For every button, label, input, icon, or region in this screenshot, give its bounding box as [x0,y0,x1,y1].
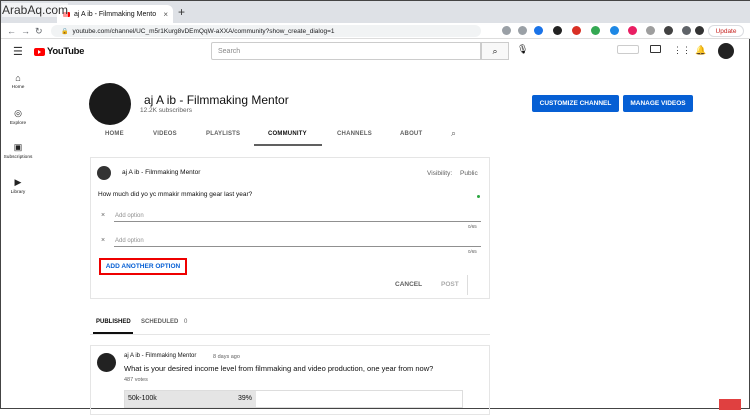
extension-icon[interactable] [591,26,600,35]
youtube-logo[interactable]: YouTube [34,46,84,57]
sidebar-item-library[interactable]: ▶ Library [1,177,35,195]
youtube-play-icon [34,47,45,56]
puzzle-icon[interactable] [664,26,673,35]
tab-scheduled[interactable]: SCHEDULED [141,319,178,325]
option-char-count: 0/65 [468,224,477,229]
remove-option-icon[interactable]: × [101,212,105,219]
channel-search-icon[interactable]: ⌕ [451,128,456,139]
corner-badge [719,399,741,410]
extension-icon[interactable] [572,26,581,35]
sidebar-item-explore[interactable]: ◎ Explore [1,108,35,126]
watermark: ArabAq.com [2,3,69,17]
library-icon: ▶ [14,177,22,187]
poll-question: What is your desired income level from f… [124,364,434,373]
create-video-icon[interactable] [650,45,661,53]
poll-option-percent: 39% [238,395,253,402]
profile-icon[interactable] [695,26,704,35]
sidebar-item-label: Home [11,85,25,90]
tab-community[interactable]: COMMUNITY [268,131,307,137]
sidebar-item-label: Subscriptions [3,155,33,160]
reload-icon[interactable]: ↻ [35,23,43,39]
sidebar-item-label: Explore [9,121,27,126]
remove-option-icon[interactable]: × [101,237,105,244]
home-icon: ⌂ [15,73,21,83]
poll-option-input[interactable]: Add option [115,238,144,244]
playlist-icon[interactable] [682,26,691,35]
microphone-icon[interactable]: 🎙 [517,44,528,55]
tab-videos[interactable]: VIDEOS [153,131,177,137]
tab-close-icon[interactable]: × [163,10,168,19]
extension-icon[interactable] [553,26,562,35]
address-url: youtube.com/channel/UC_m5r1Kurg8vDEmQqW-… [72,27,335,35]
post-text-input[interactable]: How much did yo yc mmakir mmaking gear l… [98,191,252,198]
extension-icon[interactable] [534,26,543,35]
new-tab-button[interactable]: + [178,5,185,19]
compass-icon: ◎ [14,108,22,118]
tab-channels[interactable]: CHANNELS [337,131,372,137]
address-bar[interactable]: 🔒 youtube.com/channel/UC_m5r1Kurg8vDEmQq… [51,25,481,37]
customize-channel-button[interactable]: CUSTOMIZE CHANNEL [532,95,619,112]
poll-option-input[interactable]: Add option [115,213,144,219]
post-author-avatar[interactable] [97,353,116,372]
cancel-button[interactable]: CANCEL [395,281,422,288]
create-post-dialog [90,157,490,299]
poll-option-label: 50k-100k [128,395,157,402]
post-author-name[interactable]: aj A ib - Filmmaking Mentor [124,353,196,359]
extension-icon[interactable] [610,26,619,35]
notifications-bell-icon[interactable]: 🔔 [695,45,706,56]
apps-grid-icon[interactable]: ⋮⋮ [673,45,691,56]
channel-name: aj A ib - Filmmaking Mentor [144,93,289,107]
option-underline [114,221,481,222]
divider [467,275,468,295]
share-icon[interactable] [502,26,511,35]
subscriptions-icon: ▣ [13,142,23,152]
author-avatar [97,166,111,180]
search-icon[interactable]: ⌕ [481,42,509,60]
lock-icon: 🔒 [61,28,69,35]
tab-playlists[interactable]: PLAYLISTS [206,131,240,137]
manage-videos-button[interactable]: MANAGE VIDEOS [623,95,693,112]
tab-about[interactable]: ABOUT [400,131,422,137]
scheduled-count-badge: 0 [184,319,188,325]
account-avatar[interactable] [718,43,734,59]
extension-icon[interactable] [518,26,527,35]
visibility-label: Visibility: [427,170,453,177]
post-button[interactable]: POST [441,281,459,288]
search-input[interactable]: Search [211,42,481,60]
update-button[interactable]: Update [708,25,744,37]
channel-avatar[interactable] [89,83,131,125]
studio-badge-icon[interactable] [617,45,639,54]
subscriber-count: 12.2K subscribers [140,107,193,114]
sidebar-item-label: Library [10,190,26,195]
option-char-count: 0/65 [468,249,477,254]
sidebar-item-subscriptions[interactable]: ▣ Subscriptions [1,142,35,160]
post-timestamp[interactable]: 8 days ago [213,354,240,360]
option-underline [114,246,481,247]
tab-published[interactable]: PUBLISHED [96,319,131,325]
active-tab-indicator [254,144,322,146]
extension-icon[interactable] [646,26,655,35]
visibility-select[interactable]: Public [460,170,478,177]
tab-home[interactable]: HOME [105,131,124,137]
browser-tab[interactable]: aj A ib - Filmmaking Mento × [57,5,173,23]
dialog-author-name: aj A ib - Filmmaking Mentor [122,169,201,176]
poll-vote-count: 487 votes [124,377,148,383]
status-dot-icon [477,195,480,198]
sidebar-item-home[interactable]: ⌂ Home [1,73,35,90]
extension-icon[interactable] [628,26,637,35]
browser-tab-title: aj A ib - Filmmaking Mento [74,10,157,18]
add-another-option-button[interactable]: ADD ANOTHER OPTION [99,258,187,275]
hamburger-menu-icon[interactable]: ☰ [13,45,23,58]
back-icon[interactable]: ← [7,23,16,39]
divider [90,334,490,335]
forward-icon[interactable]: → [21,23,30,39]
logo-text: YouTube [47,46,85,57]
